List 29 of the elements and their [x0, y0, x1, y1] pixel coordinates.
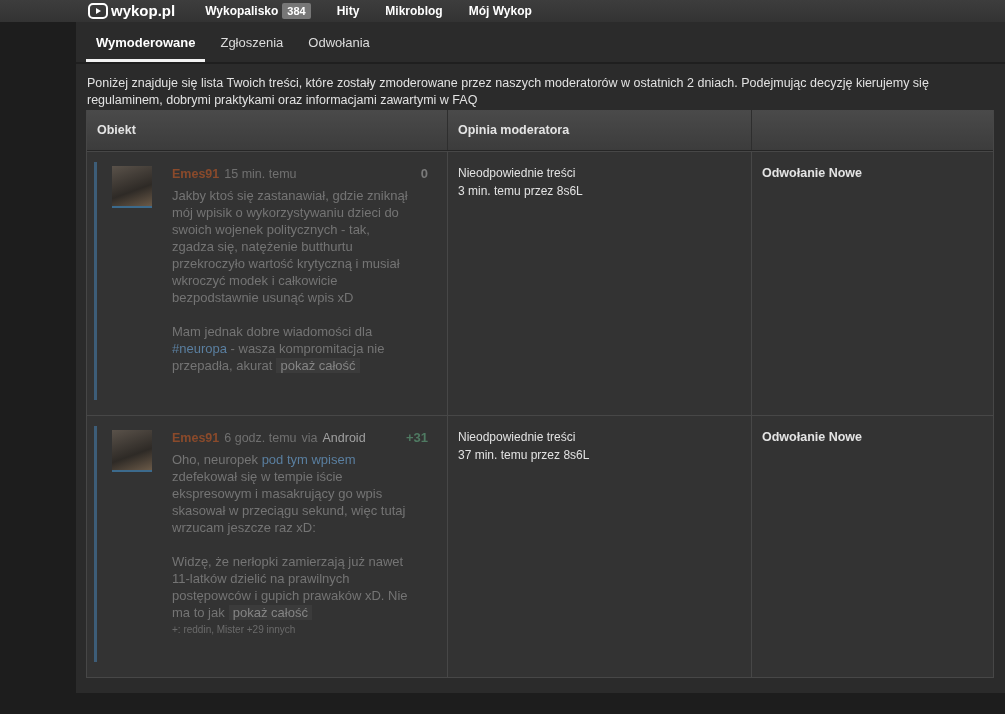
tab[interactable]: Wymoderowane	[86, 22, 206, 62]
nav-link[interactable]: Mikroblog	[385, 3, 443, 19]
post-text: Mam jednak dobre wiadomości dla #neuropa - wasza kompromitacja nie przepadła, akurat pokaż całość	[172, 323, 386, 374]
post-text: Oho, neuropek pod tym wpisem zdefekował się w tempie iście ekspresowym i masakrujący go wpis skasował w przeciągu sekund, więc tutaj wrzucam jeszcze raz xD:	[172, 451, 407, 536]
column-header: Obiekt	[97, 123, 136, 137]
description-text: Poniżej znajduje się lista Twoich treści, które zostały zmoderowane przez naszych moderatorów w ostatnich 2 dniach. Podejmując decyzję kierujemy się regulaminem, dobrymi praktykami oraz informacjami zawartymi w FAQ	[87, 75, 930, 109]
moderation-info: 3 min. temu przez 8s6L	[458, 183, 584, 200]
tab[interactable]: Odwołania	[298, 22, 380, 62]
reason-text: Nieodpowiednie treści	[458, 429, 577, 446]
nav-link[interactable]: Mój Wykop	[468, 3, 532, 19]
logo-text[interactable]: wykop.pl	[111, 2, 176, 20]
appeal-status: Odwołanie Nowe	[762, 430, 862, 444]
post-time: 15 min. temu	[224, 166, 297, 183]
avatar-placeholder	[112, 430, 152, 472]
client-name: Android	[322, 430, 366, 447]
logo-icon[interactable]	[88, 3, 108, 19]
reason-text: Nieodpowiednie treści	[458, 165, 577, 182]
column-header: Opinia moderatora	[458, 123, 570, 137]
avatar-placeholder	[112, 166, 152, 208]
post-time: 6 godz. temu	[224, 430, 297, 447]
tab[interactable]: Zgłoszenia	[210, 22, 294, 62]
via-label: via	[301, 430, 318, 447]
vote-count: +31	[405, 429, 428, 446]
nav-link[interactable]: Wykopalisko 384	[205, 3, 311, 19]
vote-count: 0	[420, 165, 428, 182]
appeal-status: Odwołanie Nowe	[762, 166, 862, 180]
nav-link[interactable]: Hity	[336, 3, 360, 19]
count-badge: 384	[282, 3, 311, 19]
moderation-info: 37 min. temu przez 8s6L	[458, 447, 591, 464]
